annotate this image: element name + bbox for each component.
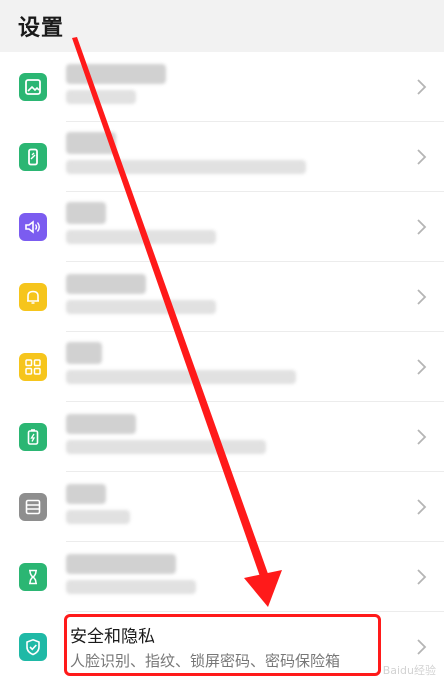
phone-icon	[19, 143, 47, 171]
chevron-right-icon	[417, 149, 427, 165]
chevron-right-icon	[417, 289, 427, 305]
blurred-label	[66, 274, 146, 294]
blurred-sublabel	[66, 580, 196, 594]
blurred-label	[66, 132, 116, 154]
watermark-logo: Baidu经验	[382, 664, 436, 677]
battery-icon	[19, 423, 47, 451]
annotation-highlight-box	[64, 614, 381, 676]
hourglass-icon	[19, 563, 47, 591]
blurred-label	[66, 342, 102, 364]
chevron-right-icon	[417, 79, 427, 95]
page-title: 设置	[18, 16, 65, 41]
storage-icon	[19, 493, 47, 521]
settings-item-storage[interactable]	[0, 472, 444, 542]
blurred-sublabel	[66, 300, 216, 314]
settings-item-battery[interactable]	[0, 402, 444, 472]
settings-item-display[interactable]	[0, 52, 444, 122]
speaker-icon	[19, 213, 47, 241]
chevron-right-icon	[417, 429, 427, 445]
blurred-sublabel	[66, 440, 266, 454]
bell-icon	[19, 283, 47, 311]
chevron-right-icon	[417, 639, 427, 655]
blurred-label	[66, 202, 106, 224]
settings-item-apps[interactable]	[0, 332, 444, 402]
blurred-sublabel	[66, 370, 296, 384]
chevron-right-icon	[417, 569, 427, 585]
blurred-label	[66, 484, 106, 504]
shield-icon	[19, 633, 47, 661]
blurred-label	[66, 414, 136, 434]
image-icon	[19, 73, 47, 101]
blurred-sublabel	[66, 160, 306, 174]
blurred-label	[66, 64, 166, 84]
chevron-right-icon	[417, 499, 427, 515]
blurred-label	[66, 554, 176, 574]
settings-item-screen[interactable]	[0, 122, 444, 192]
chevron-right-icon	[417, 359, 427, 375]
settings-item-digital-wellbeing[interactable]	[0, 542, 444, 612]
grid-icon	[19, 353, 47, 381]
settings-item-notifications[interactable]	[0, 262, 444, 332]
blurred-sublabel	[66, 510, 130, 524]
chevron-right-icon	[417, 219, 427, 235]
blurred-sublabel	[66, 90, 136, 104]
app-header: 设置	[0, 0, 444, 52]
settings-list: 安全和隐私 人脸识别、指纹、锁屏密码、密码保险箱	[0, 52, 444, 682]
blurred-sublabel	[66, 230, 216, 244]
settings-item-sound[interactable]	[0, 192, 444, 262]
